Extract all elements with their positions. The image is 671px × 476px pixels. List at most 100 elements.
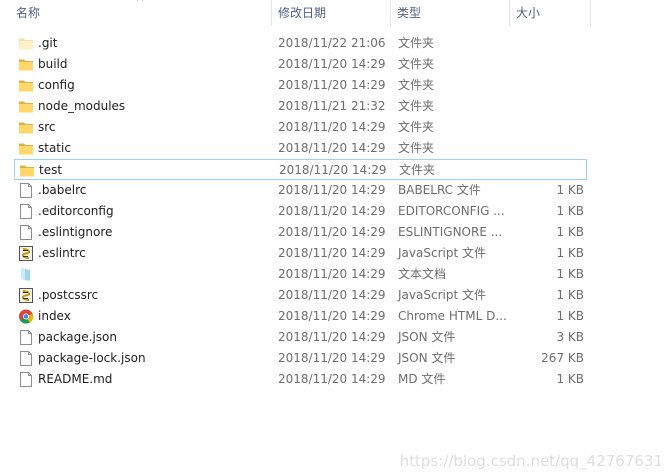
file-icon bbox=[18, 330, 34, 345]
folder-light-icon bbox=[18, 36, 34, 51]
file-row[interactable]: package-lock.json 2018/11/20 14:29 JSON 文件… bbox=[14, 348, 587, 369]
file-modified-date: 2018/11/20 14:29 bbox=[278, 288, 386, 302]
file-icon bbox=[18, 351, 34, 366]
folder-icon bbox=[19, 163, 35, 178]
file-row[interactable]: 2018/11/20 14:29 文本文档 1 KB bbox=[14, 264, 587, 285]
file-row[interactable]: .postcssrc 2018/11/20 14:29 JavaScript 文件 1… bbox=[14, 285, 587, 306]
file-type: 文件夹 bbox=[399, 163, 436, 177]
file-size: 1 KB bbox=[556, 309, 584, 323]
file-modified-date: 2018/11/20 14:29 bbox=[278, 309, 386, 323]
file-row[interactable]: node_modules 2018/11/21 21:32 文件夹 bbox=[14, 96, 587, 117]
text-document-icon bbox=[18, 267, 34, 282]
file-name: index bbox=[38, 309, 71, 323]
file-name: test bbox=[39, 163, 63, 177]
file-name: src bbox=[38, 120, 56, 134]
file-row[interactable]: .eslintrc 2018/11/20 14:29 JavaScript 文件 1 … bbox=[14, 243, 587, 264]
file-row[interactable]: .babelrc 2018/11/20 14:29 BABELRC 文件 1 KB bbox=[14, 180, 587, 201]
file-type: 文件夹 bbox=[398, 57, 435, 71]
file-modified-date: 2018/11/20 14:29 bbox=[278, 267, 386, 281]
file-size: 267 KB bbox=[541, 351, 584, 365]
file-modified-date: 2018/11/21 21:32 bbox=[278, 99, 386, 113]
script-icon bbox=[18, 246, 34, 261]
file-row[interactable]: src 2018/11/20 14:29 文件夹 bbox=[14, 117, 587, 138]
file-modified-date: 2018/11/20 14:29 bbox=[278, 183, 386, 197]
file-size: 1 KB bbox=[556, 204, 584, 218]
file-modified-date: 2018/11/20 14:29 bbox=[278, 120, 386, 134]
file-type: JSON 文件 bbox=[398, 330, 456, 344]
file-row[interactable]: README.md 2018/11/20 14:29 MD 文件 1 KB bbox=[14, 369, 587, 390]
file-name: .eslintrc bbox=[38, 246, 86, 260]
column-header-bar: ^ 名称 修改日期 类型 大小 bbox=[0, 0, 671, 26]
file-name: .editorconfig bbox=[38, 204, 114, 218]
file-size: 1 KB bbox=[556, 372, 584, 386]
file-name: .eslintignore bbox=[38, 225, 113, 239]
file-row[interactable]: package.json 2018/11/20 14:29 JSON 文件 3 KB bbox=[14, 327, 587, 348]
file-type: JavaScript 文件 bbox=[398, 246, 486, 260]
file-name: .git bbox=[38, 36, 58, 50]
file-type: ESLINTIGNORE ... bbox=[398, 225, 503, 239]
file-row[interactable]: build 2018/11/20 14:29 文件夹 bbox=[14, 54, 587, 75]
file-icon bbox=[18, 372, 34, 387]
file-type: EDITORCONFIG ... bbox=[398, 204, 505, 218]
file-type: 文本文档 bbox=[398, 267, 447, 281]
column-header-type[interactable]: 类型 bbox=[391, 0, 509, 26]
file-size: 1 KB bbox=[556, 288, 584, 302]
file-size: 3 KB bbox=[556, 330, 584, 344]
file-size: 1 KB bbox=[556, 267, 584, 281]
file-type: 文件夹 bbox=[398, 120, 435, 134]
file-row[interactable]: test 2018/11/20 14:29 文件夹 bbox=[14, 159, 587, 180]
file-type: 文件夹 bbox=[398, 141, 435, 155]
watermark: https://blog.csdn.net/qq_42767631 bbox=[399, 452, 663, 470]
file-name: node_modules bbox=[38, 99, 126, 113]
folder-icon bbox=[18, 141, 34, 156]
file-name: package-lock.json bbox=[38, 351, 146, 365]
file-modified-date: 2018/11/20 14:29 bbox=[278, 78, 386, 92]
file-type: MD 文件 bbox=[398, 372, 446, 386]
folder-icon bbox=[18, 78, 34, 93]
file-modified-date: 2018/11/20 14:29 bbox=[278, 372, 386, 386]
file-type: Chrome HTML D... bbox=[398, 309, 507, 323]
file-size: 1 KB bbox=[556, 183, 584, 197]
file-type: BABELRC 文件 bbox=[398, 183, 481, 197]
file-name: .postcssrc bbox=[38, 288, 99, 302]
file-row[interactable]: index 2018/11/20 14:29 Chrome HTML D... 1 K… bbox=[14, 306, 587, 327]
file-name: README.md bbox=[38, 372, 113, 386]
folder-icon bbox=[18, 57, 34, 72]
file-name: .babelrc bbox=[38, 183, 87, 197]
column-header-name[interactable]: 名称 bbox=[10, 0, 270, 26]
file-modified-date: 2018/11/20 14:29 bbox=[278, 204, 386, 218]
file-icon bbox=[18, 204, 34, 219]
script-icon bbox=[18, 288, 34, 303]
file-modified-date: 2018/11/20 14:29 bbox=[278, 351, 386, 365]
file-row[interactable]: .editorconfig 2018/11/20 14:29 EDITORCONFI… bbox=[14, 201, 587, 222]
file-modified-date: 2018/11/22 21:06 bbox=[278, 36, 386, 50]
file-name: build bbox=[38, 57, 68, 71]
file-row[interactable]: .eslintignore 2018/11/20 14:29 ESLINTIGNOR… bbox=[14, 222, 587, 243]
chrome-icon bbox=[18, 309, 34, 324]
file-icon bbox=[18, 225, 34, 240]
column-header-modified[interactable]: 修改日期 bbox=[272, 0, 390, 26]
file-modified-date: 2018/11/20 14:29 bbox=[278, 246, 386, 260]
folder-icon bbox=[18, 120, 34, 135]
file-modified-date: 2018/11/20 14:29 bbox=[278, 225, 386, 239]
file-row[interactable]: config 2018/11/20 14:29 文件夹 bbox=[14, 75, 587, 96]
file-name: config bbox=[38, 78, 75, 92]
file-size: 1 KB bbox=[556, 225, 584, 239]
file-row[interactable]: .git 2018/11/22 21:06 文件夹 bbox=[14, 33, 587, 54]
file-type: 文件夹 bbox=[398, 78, 435, 92]
file-type: JavaScript 文件 bbox=[398, 288, 486, 302]
file-modified-date: 2018/11/20 14:29 bbox=[278, 330, 386, 344]
file-icon bbox=[18, 183, 34, 198]
file-name: package.json bbox=[38, 330, 118, 344]
file-type: JSON 文件 bbox=[398, 351, 456, 365]
file-type: 文件夹 bbox=[398, 99, 435, 113]
file-modified-date: 2018/11/20 14:29 bbox=[278, 57, 386, 71]
folder-icon bbox=[18, 99, 34, 114]
column-header-size[interactable]: 大小 bbox=[510, 0, 590, 26]
file-modified-date: 2018/11/20 14:29 bbox=[278, 141, 386, 155]
file-modified-date: 2018/11/20 14:29 bbox=[279, 163, 387, 177]
file-row[interactable]: static 2018/11/20 14:29 文件夹 bbox=[14, 138, 587, 159]
file-type: 文件夹 bbox=[398, 36, 435, 50]
file-name: static bbox=[38, 141, 71, 155]
column-divider[interactable] bbox=[590, 0, 591, 26]
